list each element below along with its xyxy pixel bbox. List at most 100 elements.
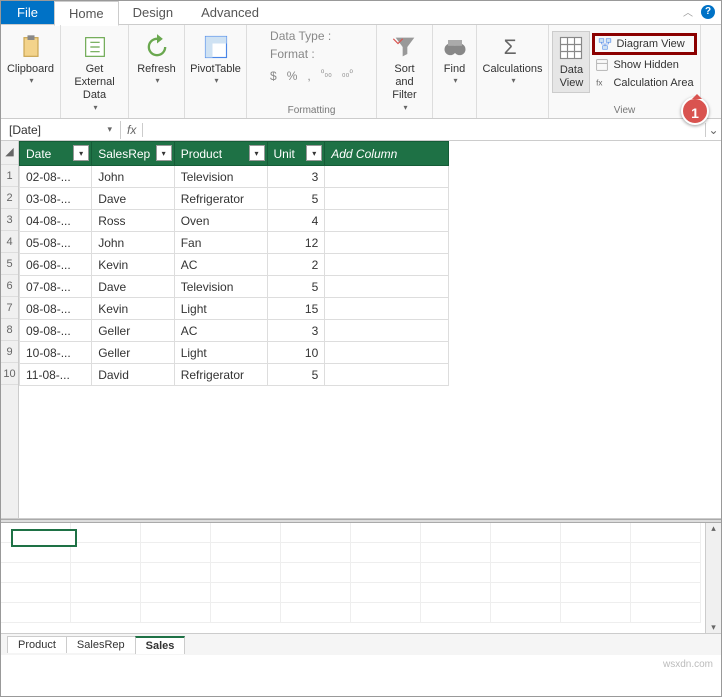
pivottable-button[interactable]: PivotTable▾ (186, 31, 245, 88)
sheet-tabs: Product SalesRep Sales (1, 633, 721, 655)
sheet-tab-product[interactable]: Product (7, 636, 67, 653)
table-row[interactable]: 10-08-...GellerLight10 (20, 342, 449, 364)
percent-format-button[interactable]: % (287, 69, 298, 83)
formatting-group-label: Formatting (247, 105, 376, 116)
rownum[interactable]: 9 (1, 341, 18, 363)
comma-format-button[interactable]: , (307, 69, 310, 83)
paste-icon (17, 33, 45, 61)
filter-button[interactable] (156, 145, 172, 161)
rownum[interactable]: 8 (1, 319, 18, 341)
table-row[interactable]: 05-08-...JohnFan12 (20, 232, 449, 254)
rownum[interactable]: 4 (1, 231, 18, 253)
show-hidden-button[interactable]: Show Hidden (592, 57, 696, 73)
rownum[interactable]: 3 (1, 209, 18, 231)
rownum[interactable]: 10 (1, 363, 18, 385)
ribbon: Clipboard▾ Get ExternalData▾ Refresh▾ Pi… (1, 25, 721, 119)
clipboard-button[interactable]: Clipboard▾ (3, 31, 58, 88)
header-row: Date SalesRep Product Unit Add Column (20, 142, 449, 166)
table-row[interactable]: 07-08-...DaveTelevision5 (20, 276, 449, 298)
sheet-tab-sales[interactable]: Sales (135, 636, 186, 654)
find-button[interactable]: Find▾ (437, 31, 473, 88)
table-row[interactable]: 02-08-...JohnTelevision3 (20, 166, 449, 188)
diagram-view-button[interactable]: Diagram View (592, 33, 696, 55)
refresh-label: Refresh (137, 63, 176, 76)
data-view-button[interactable]: DataView (552, 31, 590, 93)
currency-format-button[interactable]: $ (270, 69, 277, 83)
svg-text:fx: fx (597, 78, 603, 87)
get-external-data-label: Get ExternalData (71, 63, 118, 103)
calculation-area-icon: fx (595, 76, 609, 90)
table-row[interactable]: 03-08-...DaveRefrigerator5 (20, 188, 449, 210)
add-column[interactable]: Add Column (325, 142, 449, 166)
formula-expand-button[interactable]: ⌄ (705, 123, 721, 137)
funnel-icon (391, 33, 419, 61)
col-date[interactable]: Date (20, 142, 92, 166)
binoculars-icon (441, 33, 469, 61)
filter-button[interactable] (306, 145, 322, 161)
ribbon-tabs: File Home Design Advanced ︿ ? (1, 1, 721, 25)
external-data-icon (81, 33, 109, 61)
rownum[interactable]: 1 (1, 165, 18, 187)
sheet-tab-salesrep[interactable]: SalesRep (66, 636, 136, 653)
callout-badge: 1 (681, 97, 709, 125)
select-all-corner[interactable]: ◢ (1, 141, 18, 165)
diagram-view-label: Diagram View (616, 38, 684, 50)
fx-label[interactable]: fx (121, 123, 143, 137)
formula-input[interactable] (143, 120, 705, 139)
file-tab[interactable]: File (1, 1, 54, 24)
view-group-label: View (549, 105, 700, 116)
clipboard-label: Clipboard (7, 63, 54, 76)
rownum[interactable]: 2 (1, 187, 18, 209)
show-hidden-label: Show Hidden (613, 59, 678, 71)
svg-text:Σ: Σ (503, 36, 516, 59)
col-salesrep[interactable]: SalesRep (92, 142, 175, 166)
rownum[interactable]: 7 (1, 297, 18, 319)
increase-decimal-button[interactable]: ⁰₀₀ (321, 69, 332, 83)
decrease-decimal-button[interactable]: ₀₀⁰ (342, 69, 353, 83)
datatype-label: Data Type : (270, 29, 331, 43)
pivottable-icon (202, 33, 230, 61)
rownum[interactable]: 6 (1, 275, 18, 297)
col-product[interactable]: Product (174, 142, 267, 166)
watermark: wsxdn.com (663, 659, 713, 670)
rownum[interactable]: 5 (1, 253, 18, 275)
pivottable-label: PivotTable (190, 63, 241, 76)
data-view-icon (557, 34, 585, 62)
vertical-scrollbar[interactable]: ▴▾ (705, 523, 721, 633)
name-box-value: [Date] (9, 123, 41, 137)
get-external-data-button[interactable]: Get ExternalData▾ (67, 31, 122, 114)
sort-filter-label: Sort andFilter (387, 63, 422, 103)
col-unit[interactable]: Unit (267, 142, 325, 166)
calculations-button[interactable]: Σ Calculations▾ (479, 31, 547, 88)
design-tab[interactable]: Design (119, 1, 187, 24)
table-row[interactable]: 11-08-...DavidRefrigerator5 (20, 364, 449, 386)
sort-filter-button[interactable]: Sort andFilter▾ (383, 31, 426, 114)
chevron-down-icon[interactable]: ▾ (107, 124, 112, 135)
show-hidden-icon (595, 58, 609, 72)
find-label: Find (444, 63, 465, 76)
filter-button[interactable] (73, 145, 89, 161)
sigma-icon: Σ (499, 33, 527, 61)
refresh-icon (143, 33, 171, 61)
filter-button[interactable] (249, 145, 265, 161)
selected-measure-cell[interactable] (11, 529, 77, 547)
calculation-area-pane: ▴▾ (1, 523, 721, 633)
calculation-area-button[interactable]: fx Calculation Area (592, 75, 696, 91)
table-row[interactable]: 09-08-...GellerAC3 (20, 320, 449, 342)
data-grid: ◢ 1 2 3 4 5 6 7 8 9 10 Date SalesRep Pro… (1, 141, 721, 519)
table-row[interactable]: 06-08-...KevinAC2 (20, 254, 449, 276)
help-icon[interactable]: ? (701, 5, 715, 19)
table-row[interactable]: 08-08-...KevinLight15 (20, 298, 449, 320)
diagram-view-icon (598, 37, 612, 51)
calculations-label: Calculations (483, 63, 543, 76)
name-box[interactable]: [Date] ▾ (1, 121, 121, 139)
refresh-button[interactable]: Refresh▾ (133, 31, 180, 88)
calculation-area-label: Calculation Area (613, 77, 693, 89)
table-row[interactable]: 04-08-...RossOven4 (20, 210, 449, 232)
data-view-label: DataView (560, 64, 584, 90)
format-label: Format : (270, 47, 315, 61)
home-tab[interactable]: Home (54, 1, 119, 26)
collapse-ribbon-icon[interactable]: ︿ (683, 4, 693, 19)
advanced-tab[interactable]: Advanced (187, 1, 273, 24)
formula-bar: [Date] ▾ fx ⌄ (1, 119, 721, 141)
